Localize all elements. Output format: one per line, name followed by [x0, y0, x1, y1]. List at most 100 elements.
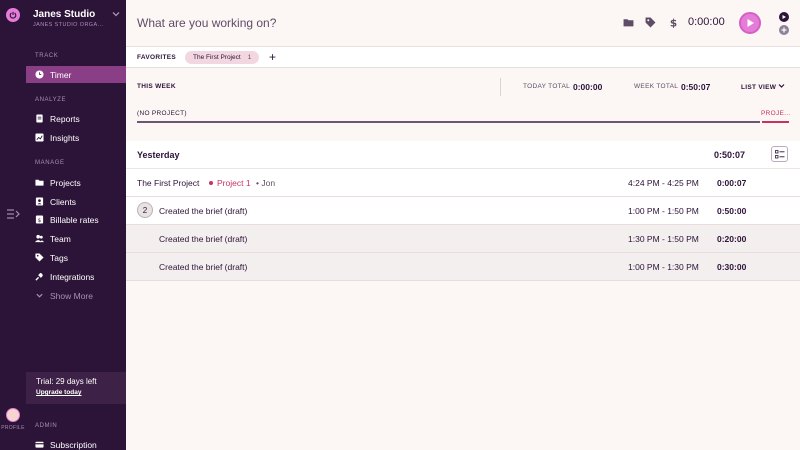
dollar-icon[interactable]: $ — [668, 17, 679, 29]
entry-duration[interactable]: 0:00:07 — [717, 178, 746, 188]
sidebar-item-reports[interactable]: Reports — [26, 110, 126, 127]
sidebar-item-clients[interactable]: Clients — [26, 193, 126, 210]
entry-time-range[interactable]: 1:00 PM - 1:50 PM — [628, 206, 699, 216]
tag-icon[interactable] — [645, 17, 656, 28]
trial-text: Trial: 29 days left — [36, 377, 97, 386]
sidebar-item-label: Projects — [50, 177, 81, 188]
clock-icon — [35, 70, 44, 79]
folder-icon[interactable] — [623, 17, 634, 28]
time-entry-row[interactable]: Created the brief (draft) 1:00 PM - 1:30… — [126, 253, 800, 281]
power-icon[interactable] — [6, 8, 20, 22]
document-icon — [35, 114, 44, 123]
day-title: Yesterday — [137, 150, 180, 160]
sidebar-item-billable-rates[interactable]: $ Billable rates — [26, 211, 126, 228]
favorite-chip-count: 1 — [247, 54, 252, 61]
entry-time-range[interactable]: 1:00 PM - 1:30 PM — [628, 262, 699, 272]
time-entry-group-row[interactable]: 2 Created the brief (draft) 1:00 PM - 1:… — [126, 197, 800, 225]
time-entry-row[interactable]: Created the brief (draft) 1:30 PM - 1:50… — [126, 225, 800, 253]
profile-label: PROFILE — [1, 425, 25, 431]
entry-description[interactable]: The First Project — [137, 178, 199, 188]
entry-time-range[interactable]: 4:24 PM - 4:25 PM — [628, 178, 699, 188]
timer-mode-icon[interactable] — [779, 12, 789, 22]
add-favorite-button[interactable]: + — [269, 50, 276, 64]
entry-project-label: Project 1 — [217, 178, 251, 188]
svg-text:$: $ — [38, 218, 41, 224]
sidebar-item-label: Show More — [50, 290, 93, 301]
upgrade-link[interactable]: Upgrade today — [36, 389, 116, 396]
sidebar-item-label: Insights — [50, 132, 80, 143]
sidebar-item-projects[interactable]: Projects — [26, 174, 126, 191]
week-total-label: WEEK TOTAL — [634, 83, 679, 90]
sidebar: Janes Studio JANES STUDIO ORGA... TRACK … — [26, 0, 126, 450]
sidebar-item-label: Integrations — [50, 271, 95, 282]
sidebar-item-label: Subscription — [50, 439, 97, 450]
entry-client: • Jon — [256, 178, 276, 188]
week-label: THIS WEEK — [137, 83, 176, 90]
sidebar-item-timer[interactable]: Timer — [26, 66, 126, 83]
trial-banner: Trial: 29 days left Upgrade today — [26, 372, 126, 404]
no-project-bar[interactable] — [137, 121, 760, 123]
list-check-icon — [774, 149, 785, 159]
play-icon — [746, 18, 755, 28]
mode-switch — [779, 12, 791, 38]
day-group-header: Yesterday 0:50:07 — [126, 141, 800, 169]
favorites-label: FAVORITES — [137, 54, 177, 61]
sidebar-item-integrations[interactable]: Integrations — [26, 268, 126, 285]
sidebar-item-label: Tags — [50, 252, 68, 263]
receipt-icon: $ — [35, 215, 44, 224]
favorites-bar: FAVORITES The First Project 1 + — [126, 47, 800, 68]
sidebar-item-label: Clients — [50, 196, 76, 207]
bulk-edit-button[interactable] — [771, 146, 788, 162]
entry-description[interactable]: Created the brief (draft) — [159, 262, 247, 272]
today-total-value: 0:00:00 — [573, 82, 603, 92]
list-view-label: LIST VIEW — [741, 84, 777, 91]
app-rail: PROFILE — [0, 0, 26, 450]
day-total: 0:50:07 — [714, 150, 746, 160]
favorite-chip[interactable]: The First Project 1 — [185, 51, 260, 64]
tag-icon — [35, 253, 44, 262]
list-view-dropdown[interactable]: LIST VIEW — [741, 83, 785, 91]
sidebar-item-subscription[interactable]: Subscription — [26, 436, 126, 450]
sidebar-item-insights[interactable]: Insights — [26, 129, 126, 146]
timer-bar: $ 0:00:00 — [126, 0, 800, 47]
entry-count-badge[interactable]: 2 — [137, 202, 153, 218]
description-input[interactable] — [137, 14, 467, 32]
sidebar-item-label: Billable rates — [50, 214, 99, 225]
team-icon — [35, 234, 44, 243]
chevron-down-icon — [778, 84, 785, 91]
entry-duration[interactable]: 0:30:00 — [717, 262, 746, 272]
today-total-label: TODAY TOTAL — [523, 83, 571, 90]
chart-icon — [35, 133, 44, 142]
entry-time-range[interactable]: 1:30 PM - 1:50 PM — [628, 234, 699, 244]
week-summary: THIS WEEK TODAY TOTAL 0:00:00 WEEK TOTAL… — [126, 69, 800, 139]
card-icon — [35, 440, 44, 449]
time-entry-row[interactable]: The First Project Project 1 • Jon 4:24 P… — [126, 169, 800, 197]
section-admin: ADMIN — [35, 423, 58, 429]
entry-client-label: Jon — [261, 178, 276, 188]
entry-duration[interactable]: 0:20:00 — [717, 234, 746, 244]
section-analyze: ANALYZE — [35, 97, 67, 103]
entry-description[interactable]: Created the brief (draft) — [159, 234, 247, 244]
sidebar-item-tags[interactable]: Tags — [26, 249, 126, 266]
divider — [500, 78, 501, 96]
expand-sidebar-icon[interactable] — [6, 208, 20, 220]
start-timer-button[interactable] — [739, 12, 761, 34]
entry-duration[interactable]: 0:50:00 — [717, 206, 746, 216]
entry-description[interactable]: Created the brief (draft) — [159, 206, 247, 216]
sidebar-item-show-more[interactable]: Show More — [26, 287, 126, 304]
timer-display: 0:00:00 — [688, 16, 725, 28]
section-track: TRACK — [35, 53, 59, 59]
svg-text:$: $ — [670, 17, 677, 28]
sidebar-item-label: Reports — [50, 113, 80, 124]
workspace-subtitle: JANES STUDIO ORGA... — [33, 22, 104, 28]
chevron-down-icon[interactable] — [112, 10, 120, 18]
chevron-down-icon — [35, 291, 44, 300]
manual-mode-icon[interactable] — [779, 25, 789, 35]
workspace-name[interactable]: Janes Studio — [33, 9, 95, 20]
sidebar-item-team[interactable]: Team — [26, 230, 126, 247]
project-bar[interactable] — [762, 121, 789, 123]
folder-icon — [35, 178, 44, 187]
no-project-label: (NO PROJECT) — [137, 110, 187, 117]
entry-project[interactable]: Project 1 — [209, 178, 251, 188]
avatar[interactable] — [6, 408, 20, 422]
